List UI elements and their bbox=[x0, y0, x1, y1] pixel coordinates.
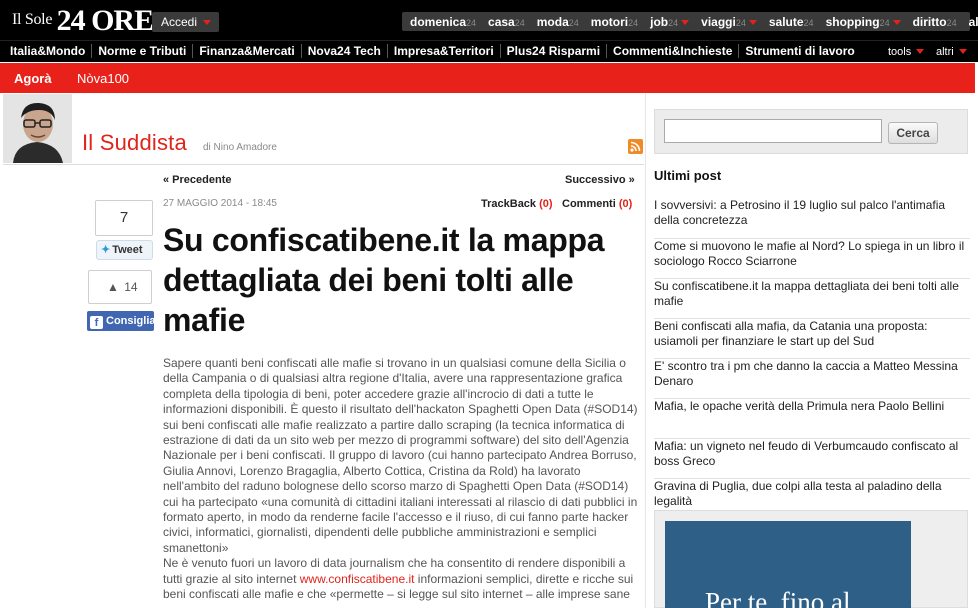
previous-post-link[interactable]: « Precedente bbox=[163, 174, 231, 186]
thumbs-up-icon: ▲ bbox=[107, 280, 119, 294]
ad-banner[interactable]: Per te, fino al bbox=[665, 521, 911, 608]
chevron-down-icon bbox=[681, 19, 690, 25]
post-date: 27 MAGGIO 2014 - 18:45 bbox=[163, 198, 277, 209]
chevron-down-icon bbox=[892, 19, 901, 25]
confiscatibene-link[interactable]: www.confiscatibene.it bbox=[300, 572, 415, 586]
recent-posts-title: Ultimi post bbox=[654, 168, 722, 183]
login-label: Accedi bbox=[161, 15, 198, 29]
channel-link-casa[interactable]: casa24 bbox=[488, 15, 525, 29]
rss-icon[interactable] bbox=[628, 139, 643, 154]
logo-small-text: Il Sole bbox=[12, 11, 53, 28]
channel-link-motori[interactable]: motori24 bbox=[591, 15, 638, 29]
logo-big-text: 24 ORE bbox=[56, 4, 155, 37]
comments-count: (0) bbox=[618, 198, 633, 210]
subnav-link-nova100[interactable]: Nòva100 bbox=[77, 71, 129, 86]
login-button[interactable]: Accedi bbox=[152, 12, 219, 32]
section-nav: Italia&Mondo Norme e Tributi Finanza&Mer… bbox=[0, 40, 978, 62]
recent-post-link[interactable]: I sovversivi: a Petrosino il 19 luglio s… bbox=[654, 198, 970, 238]
section-link-impresa-territori[interactable]: Impresa&Territori bbox=[388, 44, 501, 58]
channel-link-salute[interactable]: salute24 bbox=[769, 15, 814, 29]
chevron-down-icon bbox=[916, 49, 925, 54]
twitter-icon: ✦ bbox=[101, 244, 111, 256]
tools-menu[interactable]: tools bbox=[888, 46, 925, 58]
section-link-commenti-inchieste[interactable]: Commenti&Inchieste bbox=[607, 44, 740, 58]
section-link-plus24-risparmi[interactable]: Plus24 Risparmi bbox=[501, 44, 608, 58]
trackback-link[interactable]: TrackBack (0) bbox=[481, 198, 553, 210]
comments-link[interactable]: Commenti (0) bbox=[562, 198, 632, 210]
chevron-down-icon bbox=[958, 49, 967, 54]
like-count-box: ▲ 14 bbox=[88, 270, 152, 304]
chevron-down-icon bbox=[748, 19, 757, 25]
author-avatar bbox=[3, 94, 72, 163]
tweet-count-box: 7 bbox=[95, 200, 153, 236]
next-post-link[interactable]: Successivo » bbox=[565, 174, 635, 186]
recent-post-link[interactable]: Mafia: un vigneto nel feudo di Verbumcau… bbox=[654, 438, 970, 478]
article-paragraph: Sapere quanti beni confiscati alle mafie… bbox=[163, 356, 638, 555]
search-box: Cerca bbox=[654, 109, 968, 154]
author-portrait bbox=[3, 94, 72, 163]
column-divider bbox=[645, 94, 646, 608]
header-divider bbox=[3, 164, 644, 165]
channel-link-viaggi[interactable]: viaggi24 bbox=[701, 15, 757, 29]
facebook-recommend-button[interactable]: f Consiglia bbox=[87, 311, 154, 331]
channel-link-altri[interactable]: altri bbox=[969, 15, 978, 29]
trackback-count: (0) bbox=[539, 198, 553, 210]
channel-link-shopping[interactable]: shopping24 bbox=[826, 15, 901, 29]
blog-title[interactable]: Il Suddista bbox=[82, 130, 187, 156]
tweet-button[interactable]: ✦ Tweet bbox=[96, 240, 153, 260]
altri-menu[interactable]: altri bbox=[936, 46, 967, 58]
article-body: Sapere quanti beni confiscati alle mafie… bbox=[163, 356, 639, 603]
section-link-norme-tributi[interactable]: Norme e Tributi bbox=[92, 44, 194, 58]
recent-post-link[interactable]: Beni confiscati alla mafia, da Catania u… bbox=[654, 318, 970, 358]
recent-post-link[interactable]: Mafia, le opache verità della Primula ne… bbox=[654, 398, 970, 438]
article-title: Su confiscatibene.it la mappa dettagliat… bbox=[163, 222, 605, 338]
recent-post-link[interactable]: E' scontro tra i pm che danno la caccia … bbox=[654, 358, 970, 398]
search-button[interactable]: Cerca bbox=[888, 122, 938, 144]
section-link-strumenti-lavoro[interactable]: Strumenti di lavoro bbox=[739, 44, 860, 58]
recent-post-link[interactable]: Su confiscatibene.it la mappa dettagliat… bbox=[654, 278, 970, 318]
channel-link-diritto[interactable]: diritto24 bbox=[913, 15, 957, 29]
section-link-finanza-mercati[interactable]: Finanza&Mercati bbox=[193, 44, 302, 58]
channel-link-domenica[interactable]: domenica24 bbox=[410, 15, 476, 29]
sub-nav: Agorà Nòva100 bbox=[0, 63, 975, 93]
search-input[interactable] bbox=[664, 119, 882, 143]
ad-text: Per te, fino al bbox=[705, 587, 851, 608]
advertisement[interactable]: Per te, fino al bbox=[654, 510, 968, 608]
section-link-nova24-tech[interactable]: Nova24 Tech bbox=[302, 44, 388, 58]
chevron-down-icon bbox=[203, 20, 211, 25]
recent-post-link[interactable]: Come si muovono le mafie al Nord? Lo spi… bbox=[654, 238, 970, 278]
site-logo[interactable]: Il Sole 24 ORE bbox=[12, 4, 155, 38]
section-link-italia-mondo[interactable]: Italia&Mondo bbox=[4, 44, 93, 58]
subnav-link-agora[interactable]: Agorà bbox=[14, 71, 52, 86]
recent-posts-list: I sovversivi: a Petrosino il 19 luglio s… bbox=[654, 198, 970, 518]
channel-nav: domenica24 casa24 moda24 motori24 job24 … bbox=[402, 12, 978, 31]
facebook-icon: f bbox=[90, 316, 103, 329]
top-bar: Il Sole 24 ORE Accedi domenica24 casa24 … bbox=[0, 0, 978, 40]
channel-link-moda[interactable]: moda24 bbox=[537, 15, 579, 29]
article-paragraph: Ne è venuto fuori un lavoro di data jour… bbox=[163, 556, 634, 602]
blog-byline: di Nino Amadore bbox=[203, 142, 277, 153]
channel-link-job[interactable]: job24 bbox=[650, 15, 690, 29]
